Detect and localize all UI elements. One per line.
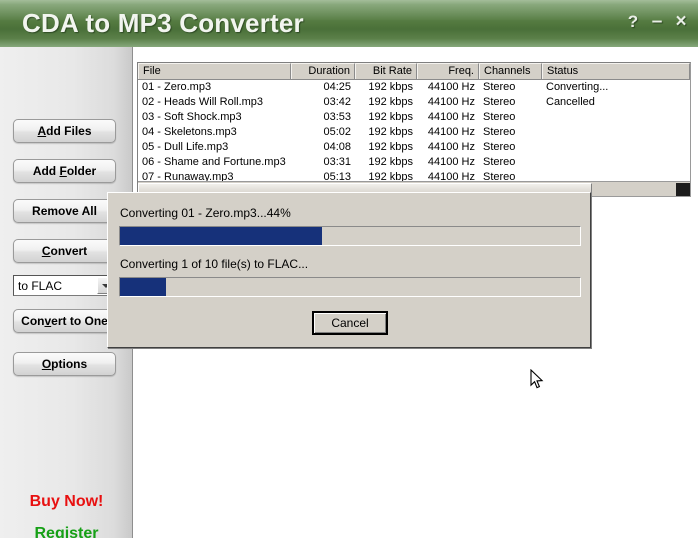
buy-now-link[interactable]: Buy Now! [0,493,133,511]
title-bar: CDA to MP3 Converter ? – × [0,0,698,47]
help-icon[interactable]: ? [624,12,642,32]
file-list-header: File Duration Bit Rate Freq. Channels Status [138,63,690,80]
table-cell-duration: 04:25 [323,81,351,93]
table-cell-status: Cancelled [546,96,595,108]
column-header[interactable]: Freq. [417,63,479,79]
table-cell-freq: 44100 Hz [427,96,475,108]
table-cell-status [542,140,690,155]
add-files-button[interactable]: Add Files [13,119,116,143]
convert-to-one-button[interactable]: Convert to One [13,309,116,333]
table-cell-bitrate: 192 kbps [368,141,413,153]
application-window: CDA to MP3 Converter ? – × Add Files Add … [0,0,698,538]
table-row[interactable]: 03 - Soft Shock.mp3 03:53 192 kbps 44100 Hz… [138,110,690,125]
column-header[interactable]: File [138,63,291,79]
table-cell-file: 06 - Shame and Fortune.mp3 [142,156,286,168]
column-header[interactable]: Channels [479,63,542,79]
table-row[interactable]: 04 - Skeletons.mp3 05:02 192 kbps 44100 Hz S… [138,125,690,140]
current-file-progress-label: Converting 01 - Zero.mp3...44% [120,206,291,220]
table-cell-channels: Stereo [483,81,516,93]
table-cell-freq: 44100 Hz [427,141,475,153]
table-cell-file: 02 - Heads Will Roll.mp3 [142,96,264,108]
table-cell-bitrate: 192 kbps [368,96,413,108]
table-cell-status [542,110,690,125]
window-title: CDA to MP3 Converter [22,8,304,38]
close-icon[interactable]: × [672,12,690,32]
table-cell-duration: 05:02 [323,126,351,138]
table-cell-freq: 44100 Hz [427,81,475,93]
table-cell-bitrate: 192 kbps [368,156,413,168]
table-row[interactable]: 02 - Heads Will Roll.mp3 03:42 192 kbps 441… [138,95,690,110]
column-header[interactable]: Bit Rate [355,63,417,79]
column-header[interactable]: Status [542,63,690,79]
table-cell-file: 04 - Skeletons.mp3 [142,126,237,138]
table-cell-file: 01 - Zero.mp3 [142,81,212,93]
file-list-body: 01 - Zero.mp3 04:25 192 kbps 44100 Hz Stereo… [138,80,690,196]
overall-progress-label: Converting 1 of 10 file(s) to FLAC... [120,257,309,271]
table-row[interactable]: 01 - Zero.mp3 04:25 192 kbps 44100 Hz Stereo… [138,80,690,95]
table-cell-channels: Stereo [483,126,516,138]
table-cell-bitrate: 192 kbps [368,111,413,123]
current-file-progress-bar [119,226,581,246]
table-cell-freq: 44100 Hz [427,111,475,123]
options-button[interactable]: Options [13,352,116,376]
table-cell-channels: Stereo [483,111,516,123]
overall-progress-fill [120,278,166,296]
table-cell-bitrate: 192 kbps [368,126,413,138]
table-cell-freq: 44100 Hz [427,126,475,138]
mouse-cursor [530,369,544,389]
output-format-value: to FLAC [18,279,63,293]
table-cell-file: 03 - Soft Shock.mp3 [142,111,242,123]
add-folder-button[interactable]: Add Folder [13,159,116,183]
table-cell-channels: Stereo [483,156,516,168]
table-cell-status [542,125,690,140]
minimize-icon[interactable]: – [648,12,666,32]
table-cell-duration: 03:31 [323,156,351,168]
table-row[interactable]: 06 - Shame and Fortune.mp3 03:31 192 kbps 4… [138,155,690,170]
output-format-select[interactable]: to FLAC [13,275,116,296]
table-row[interactable]: 05 - Dull Life.mp3 04:08 192 kbps 44100 Hz S… [138,140,690,155]
table-cell-status: Converting... [546,81,609,93]
table-cell-duration: 03:53 [323,111,351,123]
overall-progress-bar [119,277,581,297]
table-cell-freq: 44100 Hz [427,156,475,168]
table-cell-file: 05 - Dull Life.mp3 [142,141,229,153]
file-list[interactable]: File Duration Bit Rate Freq. Channels Status … [137,62,691,197]
table-cell-duration: 03:42 [323,96,351,108]
convert-button[interactable]: Convert [13,239,116,263]
register-link[interactable]: Register [0,525,133,538]
remove-all-button[interactable]: Remove All [13,199,116,223]
cancel-button[interactable]: Cancel [312,311,388,335]
table-cell-status [542,155,690,170]
table-cell-duration: 04:08 [323,141,351,153]
table-cell-channels: Stereo [483,141,516,153]
table-cell-bitrate: 192 kbps [368,81,413,93]
column-header[interactable]: Duration [291,63,355,79]
conversion-progress-dialog: Converting 01 - Zero.mp3...44% Convertin… [107,192,591,348]
current-file-progress-fill [120,227,323,245]
table-cell-channels: Stereo [483,96,516,108]
scrollbar-track-end[interactable] [676,183,690,196]
